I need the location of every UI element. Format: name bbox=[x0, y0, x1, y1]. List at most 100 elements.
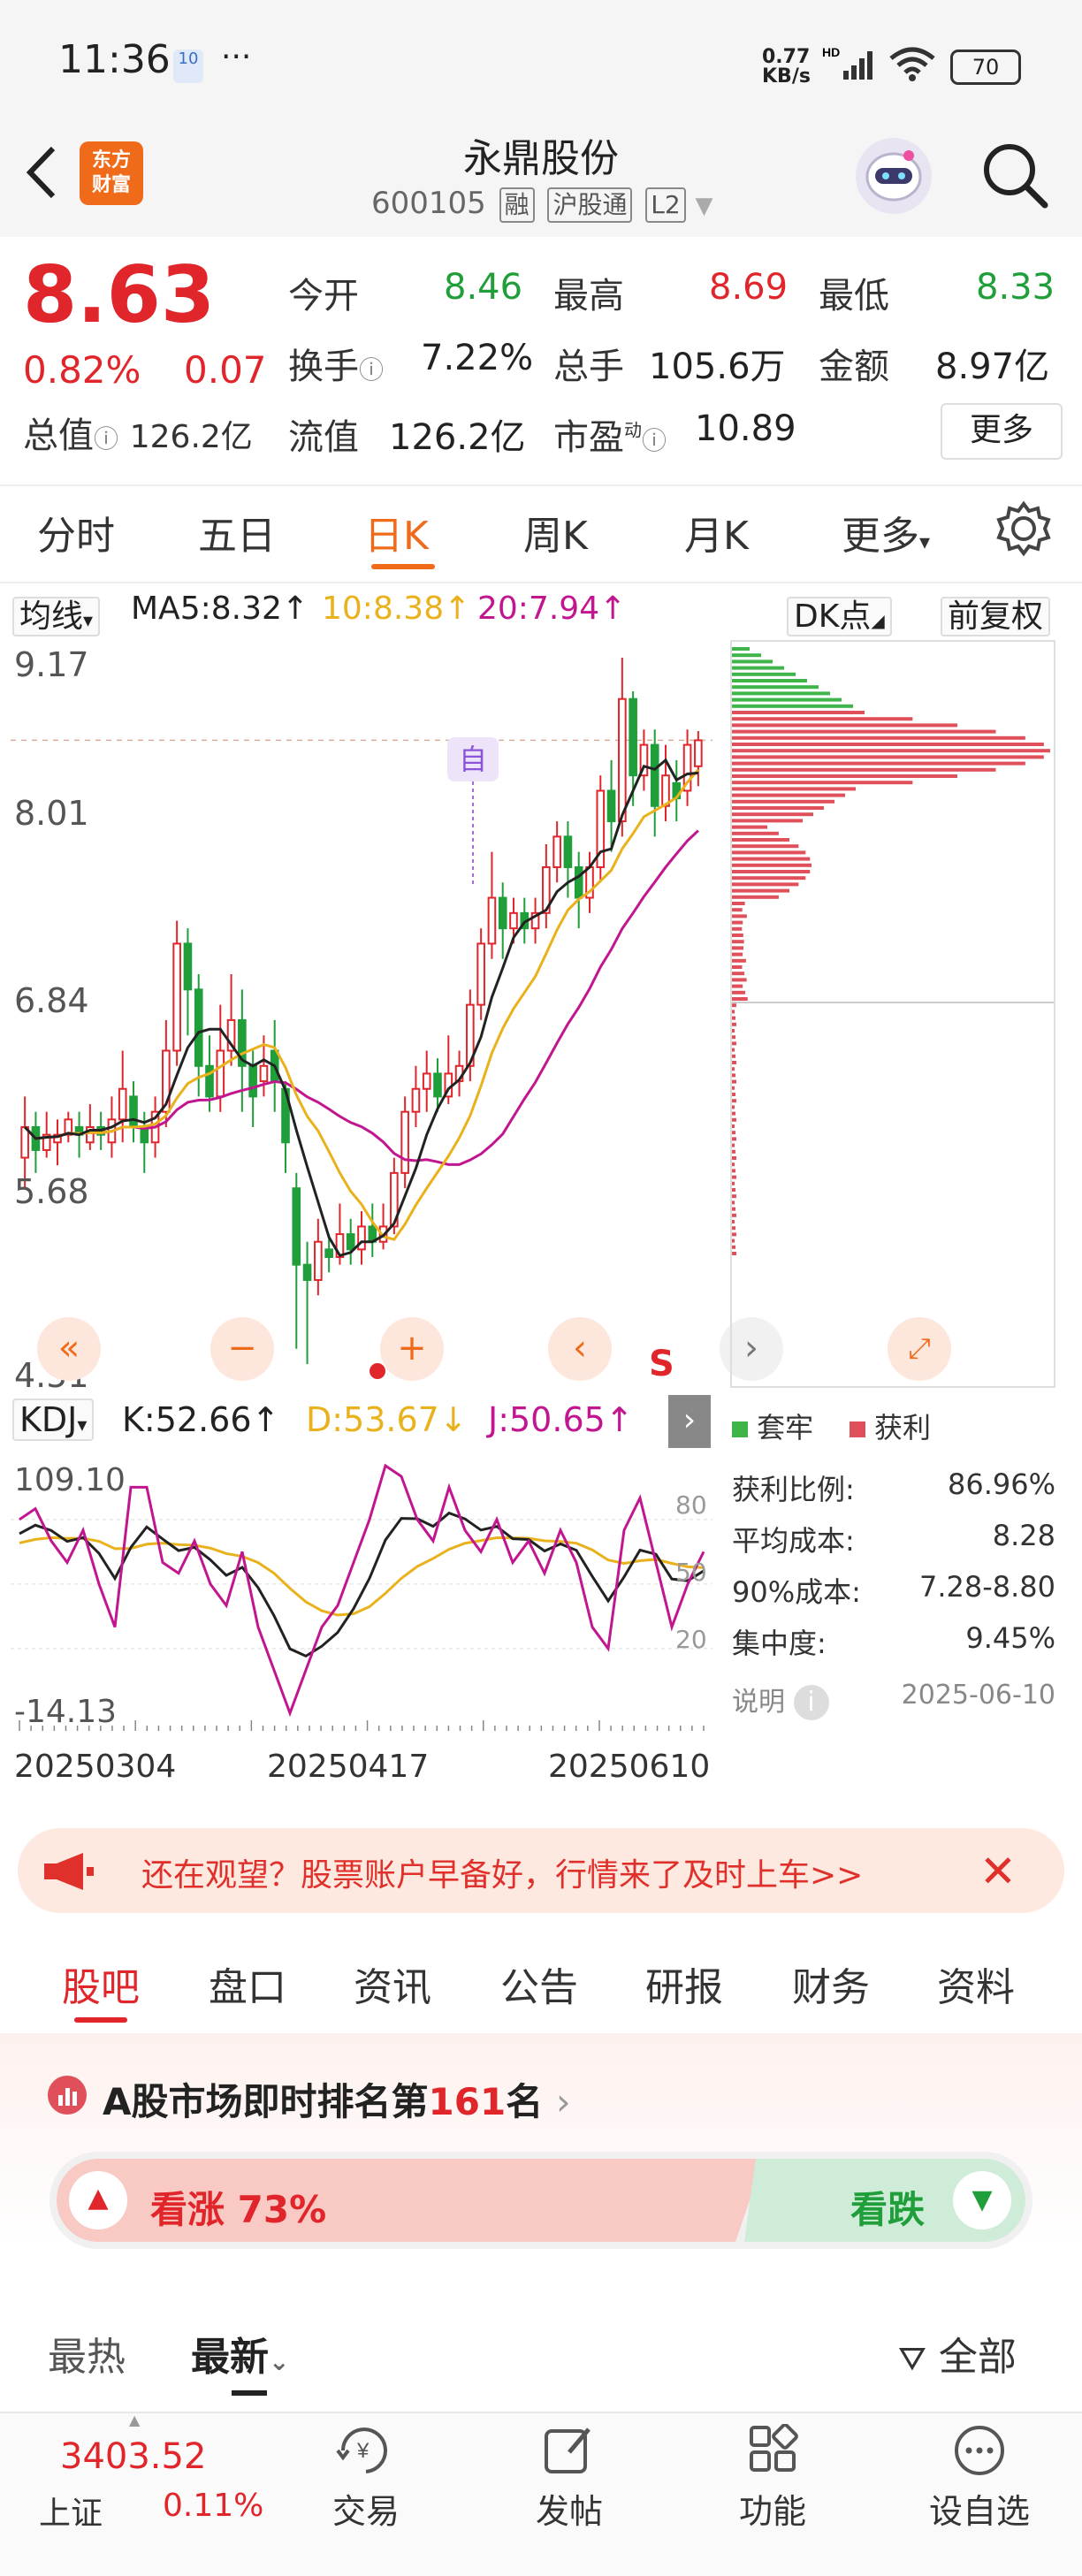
vote-down-icon[interactable]: ▼ bbox=[953, 2171, 1011, 2229]
chip-bar bbox=[732, 812, 813, 816]
candle-body bbox=[477, 943, 484, 1004]
chip-bar bbox=[732, 1029, 735, 1033]
post-icon[interactable] bbox=[481, 2424, 658, 2488]
chevron-down-icon: ⌄ bbox=[269, 2347, 289, 2376]
chip-bar bbox=[732, 800, 834, 804]
candle-body bbox=[499, 898, 507, 929]
candle-body bbox=[325, 1249, 332, 1257]
close-icon[interactable]: ✕ bbox=[979, 1846, 1017, 1897]
adjust-selector[interactable]: 前复权 bbox=[941, 591, 1050, 636]
stock-code-line[interactable]: 600105 融 沪股通 L2 ▼ bbox=[371, 186, 713, 223]
candle-body bbox=[510, 913, 517, 928]
legend-profit: 获利 bbox=[874, 1411, 931, 1444]
nav-functions[interactable]: 功能 bbox=[684, 2484, 861, 2533]
chip-bar bbox=[732, 673, 796, 676]
scroll-left-fast-button[interactable]: « bbox=[37, 1317, 101, 1381]
vote-up-percent: 73% bbox=[238, 2188, 327, 2231]
ma10-value: 10:8.38↑ bbox=[322, 591, 470, 627]
pe-value: 10.89 bbox=[695, 408, 796, 449]
chip-distribution-chart[interactable] bbox=[730, 640, 1055, 1388]
net-speed-value: 0.77 bbox=[762, 48, 811, 67]
candle-body bbox=[401, 1112, 408, 1173]
tab-five-day[interactable]: 五日 bbox=[198, 504, 276, 560]
tab-weekly-k[interactable]: 周K bbox=[523, 504, 588, 560]
megaphone-icon bbox=[42, 1851, 95, 1895]
chip-bar bbox=[732, 698, 842, 702]
self-select-marker[interactable]: 自 bbox=[447, 737, 499, 781]
low-value: 8.33 bbox=[976, 267, 1055, 308]
index-percent[interactable]: 0.11% bbox=[163, 2488, 263, 2524]
low-label: 最低 bbox=[819, 267, 889, 318]
zoom-out-button[interactable]: − bbox=[210, 1317, 274, 1381]
date-label-end: 20250610 bbox=[548, 1749, 710, 1785]
info-icon[interactable]: ⓘ bbox=[94, 424, 118, 453]
tab-research[interactable]: 研报 bbox=[645, 1955, 723, 2012]
more-button[interactable]: 更多 bbox=[941, 403, 1063, 460]
high-label: 最高 bbox=[553, 267, 624, 318]
tab-forum[interactable]: 股吧 bbox=[62, 1955, 140, 2012]
info-icon: i bbox=[794, 1685, 829, 1720]
tab-news[interactable]: 资讯 bbox=[354, 1955, 431, 2012]
settings-icon[interactable] bbox=[995, 500, 1052, 560]
info-icon[interactable]: ⓘ bbox=[359, 355, 384, 385]
tab-more[interactable]: 更多▾ bbox=[842, 504, 930, 560]
kdj-k-text: K:52.66 bbox=[122, 1400, 252, 1439]
kdj-k-line bbox=[19, 1513, 704, 1657]
more-circle-icon[interactable] bbox=[891, 2424, 1068, 2488]
chip-bar bbox=[732, 755, 1044, 758]
tab-intraday[interactable]: 分时 bbox=[37, 504, 115, 560]
zoom-in-button[interactable]: + bbox=[380, 1317, 444, 1381]
caret-icon: ▾ bbox=[77, 1414, 87, 1437]
sort-latest[interactable]: 最新⌄ bbox=[191, 2325, 289, 2382]
nav-post[interactable]: 发帖 bbox=[481, 2484, 658, 2533]
vote-up-icon[interactable]: ▲ bbox=[69, 2171, 127, 2229]
wifi-icon bbox=[888, 46, 937, 85]
chip-bar bbox=[732, 832, 779, 835]
chip-bar bbox=[732, 1035, 735, 1039]
tab-finance[interactable]: 财务 bbox=[792, 1955, 870, 2012]
robot-assistant-icon[interactable] bbox=[856, 138, 932, 214]
sort-hot[interactable]: 最热 bbox=[48, 2325, 126, 2382]
search-icon[interactable] bbox=[979, 140, 1050, 214]
chip-note-row[interactable]: 说明 i 2025-06-10 bbox=[732, 1680, 1055, 1720]
tab-announcements[interactable]: 公告 bbox=[500, 1955, 578, 2012]
chip-bar bbox=[732, 1182, 735, 1185]
tab-daily-k[interactable]: 日K bbox=[364, 504, 429, 560]
chip-bar bbox=[732, 794, 845, 797]
filter-icon: ⛛ bbox=[898, 2339, 926, 2378]
filter-button[interactable]: ⛛ 全部 bbox=[898, 2325, 1017, 2382]
kline-chart[interactable] bbox=[11, 640, 712, 1388]
candle-body bbox=[185, 943, 192, 989]
tab-monthly-k[interactable]: 月K bbox=[684, 504, 749, 560]
y-label-2: 8.01 bbox=[14, 794, 89, 833]
market-cap-row: 总值ⓘ 126.2亿 bbox=[23, 407, 253, 458]
nav-watchlist[interactable]: 设自选 bbox=[891, 2484, 1068, 2533]
index-value[interactable]: 3403.52 bbox=[60, 2436, 206, 2477]
scroll-left-button[interactable]: ‹ bbox=[548, 1317, 612, 1381]
market-cap-label: 总值 bbox=[23, 415, 94, 456]
chip-bar bbox=[732, 781, 912, 784]
functions-icon[interactable] bbox=[684, 2424, 861, 2488]
chip-bar bbox=[732, 1105, 735, 1109]
chip-bar bbox=[732, 768, 995, 772]
record-dot bbox=[370, 1363, 385, 1379]
dk-point-selector[interactable]: DK点◢ bbox=[787, 591, 892, 636]
sell-marker[interactable]: S bbox=[649, 1344, 674, 1384]
chip-bar bbox=[732, 921, 743, 925]
chip-stat-row: 集中度: 9.45% bbox=[732, 1621, 1055, 1662]
candle-body bbox=[119, 1089, 126, 1120]
chip-bar bbox=[732, 1086, 735, 1090]
info-icon[interactable]: ⓘ bbox=[642, 426, 667, 455]
candle-body bbox=[304, 1265, 311, 1280]
ma-selector[interactable]: 均线▾ bbox=[12, 591, 100, 636]
ranking-text[interactable]: A股市场即时排名第161名 › bbox=[103, 2072, 571, 2126]
tab-orderbook[interactable]: 盘口 bbox=[209, 1955, 286, 2012]
tab-profile[interactable]: 资料 bbox=[937, 1955, 1015, 2012]
trade-icon[interactable]: ¥ bbox=[278, 2424, 454, 2488]
chip-stat-row: 获利比例: 86.96% bbox=[732, 1467, 1055, 1508]
index-name[interactable]: 上证 bbox=[39, 2488, 103, 2534]
chip-bar bbox=[732, 927, 742, 931]
kdj-selector[interactable]: KDJ▾ bbox=[12, 1400, 94, 1439]
nav-trade[interactable]: 交易 bbox=[278, 2484, 454, 2533]
change-percent: 0.82% bbox=[23, 348, 141, 392]
